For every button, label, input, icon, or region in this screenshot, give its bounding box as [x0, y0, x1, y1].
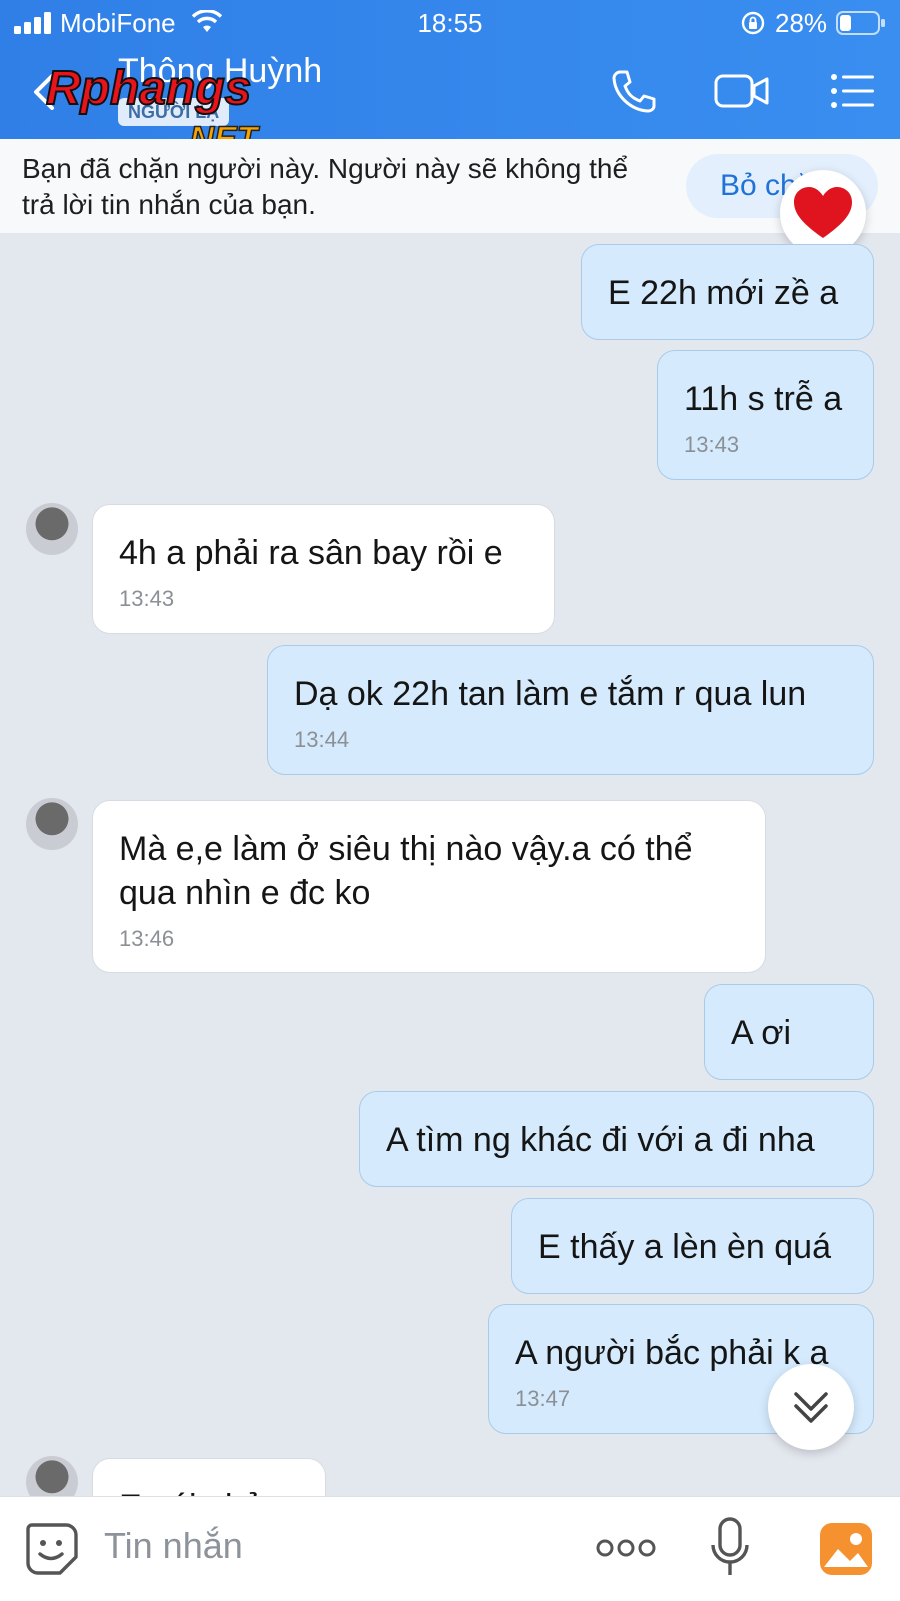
message-bubble-received[interactable]: 4h a phải ra sân bay rồi e 13:43	[92, 504, 555, 634]
battery-icon	[836, 11, 885, 35]
message-bubble-sent[interactable]: 11h s trễ a 13:43	[657, 350, 874, 480]
microphone-icon[interactable]	[710, 1517, 750, 1579]
message-input[interactable]: Tin nhắn	[104, 1525, 243, 1567]
message-text: A tìm ng khác đi với a đi nha	[386, 1121, 815, 1159]
message-text: 4h a phải ra sân bay rồi e	[119, 534, 503, 572]
video-call-icon[interactable]	[714, 68, 770, 114]
sticker-icon[interactable]	[24, 1521, 80, 1577]
message-text: E thấy a lèn èn quá	[538, 1228, 832, 1266]
svg-text:Rphangs: Rphangs	[46, 62, 251, 115]
battery-percent: 28%	[775, 8, 828, 38]
message-time: 13:43	[119, 586, 175, 611]
message-bubble-sent[interactable]: A ơi	[704, 984, 874, 1080]
message-text: 11h s trễ a	[684, 380, 843, 418]
message-bubble-received[interactable]: Mà e,e làm ở siêu thị nào vậy.a có thể q…	[92, 800, 766, 973]
rotation-lock-icon	[741, 11, 765, 35]
message-input-bar: Tin nhắn	[0, 1496, 900, 1601]
scroll-to-bottom-button[interactable]	[768, 1364, 854, 1450]
message-time: 13:44	[294, 727, 350, 752]
blocked-banner: Bạn đã chặn người này. Người này sẽ khôn…	[0, 139, 900, 233]
message-time: 13:46	[119, 926, 175, 951]
contact-avatar[interactable]	[26, 503, 78, 555]
message-text: Mà e,e làm ở siêu thị nào vậy.a có thể q…	[119, 830, 693, 912]
message-text: Dạ ok 22h tan làm e tắm r qua lun	[294, 675, 807, 713]
status-bar: MobiFone 18:55 28%	[0, 0, 900, 46]
message-bubble-sent[interactable]: A tìm ng khác đi với a đi nha	[359, 1091, 874, 1187]
message-bubble-sent[interactable]: Dạ ok 22h tan làm e tắm r qua lun 13:44	[267, 645, 874, 775]
message-time: 13:43	[684, 432, 740, 457]
photo-gallery-icon[interactable]	[818, 1521, 874, 1577]
phone-icon[interactable]	[610, 68, 656, 114]
double-chevron-down-icon	[794, 1392, 828, 1423]
contact-avatar[interactable]	[26, 798, 78, 850]
chat-header: MobiFone 18:55 28% Thông Huỳnh NGƯỜI LẠ …	[0, 0, 900, 158]
blocked-notice: Bạn đã chặn người này. Người này sẽ khôn…	[22, 153, 629, 220]
menu-icon[interactable]	[830, 68, 876, 114]
message-text: A ơi	[731, 1014, 792, 1052]
message-bubble-sent[interactable]: E thấy a lèn èn quá	[511, 1198, 874, 1294]
more-options-icon[interactable]	[596, 1533, 656, 1563]
message-text: E 22h mới zề a	[608, 274, 839, 312]
message-bubble-sent[interactable]: E 22h mới zề a	[581, 244, 874, 340]
